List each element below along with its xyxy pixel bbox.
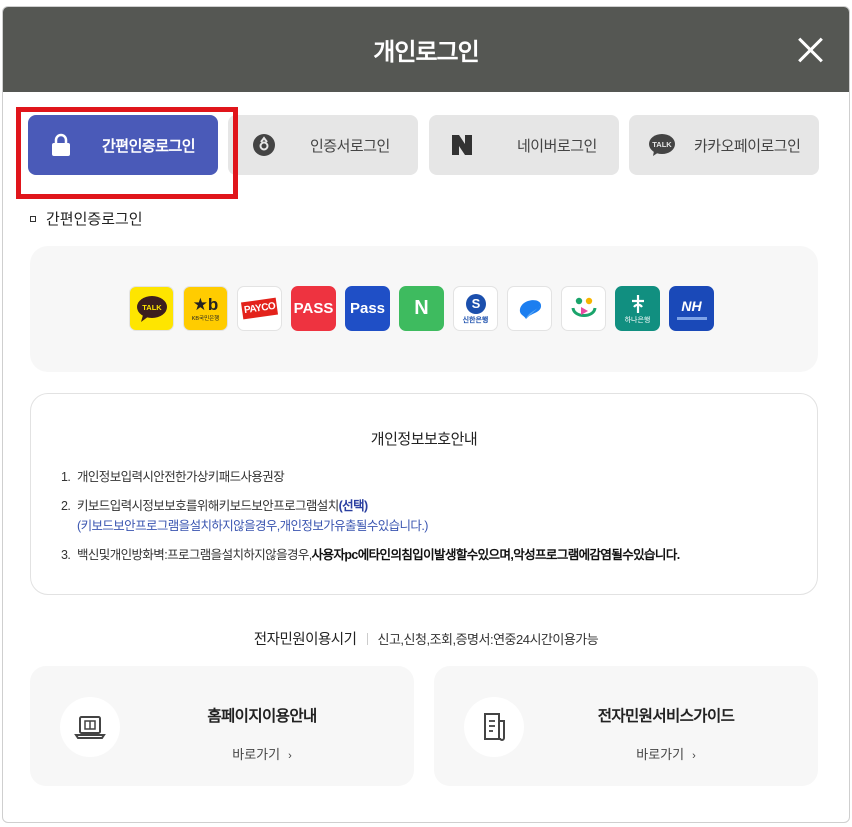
list-item: 2. 키보드입력시정보보호를위해키보드보안프로그램설치(선택) (키보드보안프로… — [61, 499, 428, 533]
homepage-guide-card[interactable]: 홈페이지이용안내 바로가기 › — [30, 666, 414, 786]
e-civil-service-guide-card[interactable]: 전자민원서비스가이드 바로가기 › — [434, 666, 818, 786]
tab-label: 네이버로그인 — [517, 137, 597, 155]
auth-provider-list: TALK ★b KB국민은행 PAYCO PASS Pass N S 신한은행 — [129, 286, 714, 331]
pass-red-auth-icon[interactable]: PASS — [291, 286, 336, 331]
modal-title: 개인로그인 — [373, 39, 479, 66]
naver-auth-icon[interactable]: N — [399, 286, 444, 331]
section-title: 간편인증로그인 — [30, 208, 143, 229]
svg-text:S: S — [471, 296, 480, 311]
optional-install-link[interactable]: (선택) — [339, 499, 369, 513]
nh-auth-icon[interactable]: NH — [669, 286, 714, 331]
tab-label: 인증서로그인 — [310, 137, 390, 155]
usage-desc: 신고,신청,조회,증명서:연중24시간이용가능 — [377, 632, 599, 647]
chevron-right-icon: › — [692, 750, 696, 762]
tab-simple-auth-login[interactable]: 간편인증로그인 — [28, 115, 218, 175]
naver-icon — [451, 134, 473, 156]
chevron-right-icon: › — [288, 750, 292, 762]
auth-label: 하나은행 — [624, 316, 651, 324]
lock-icon — [50, 133, 72, 157]
auth-label: PAYCO — [240, 297, 279, 320]
tab-label: 간편인증로그인 — [102, 137, 196, 155]
card-link[interactable]: 바로가기 › — [30, 744, 414, 763]
kb-auth-icon[interactable]: ★b KB국민은행 — [183, 286, 228, 331]
auth-label: N — [414, 297, 429, 319]
auth-label: TALK — [142, 303, 162, 312]
auth-provider-box: TALK ★b KB국민은행 PAYCO PASS Pass N S 신한은행 — [30, 246, 818, 372]
hana-logo-icon — [631, 294, 644, 313]
auth-label: NH — [681, 297, 702, 314]
card-title: 홈페이지이용안내 — [207, 708, 317, 725]
pass-blue-auth-icon[interactable]: Pass — [345, 286, 390, 331]
tab-naver-login[interactable]: 네이버로그인 — [429, 115, 619, 175]
auth-label: Pass — [349, 300, 386, 317]
usage-title: 전자민원이용시기 — [253, 632, 357, 648]
toss-auth-icon[interactable] — [507, 286, 552, 331]
card-title: 전자민원서비스가이드 — [597, 708, 735, 725]
kakao-auth-icon[interactable]: TALK — [129, 286, 174, 331]
list-item: 3. 백신및개인방화벽:프로그램을설치하지않을경우,사용자pc에타인의침입이발생… — [61, 548, 680, 562]
tab-certificate-login[interactable]: 인증서로그인 — [228, 115, 418, 175]
divider — [366, 632, 368, 645]
modal-header: 개인로그인 — [3, 7, 849, 92]
tab-label: 카카오페이로그인 — [694, 137, 801, 155]
privacy-info-box: 개인정보보호안내 1. 개인정보입력시안전한가상키패드사용권장 2. 키보드입력… — [30, 393, 818, 595]
auth-label: KB국민은행 — [191, 315, 220, 322]
kb-star-icon: ★b — [192, 294, 219, 314]
login-tabs: 간편인증로그인 인증서로그인 네이버로그인 TALK 카카오페이로그인 — [28, 115, 819, 175]
auth-label: PASS — [293, 300, 334, 317]
privacy-list: 1. 개인정보입력시안전한가상키패드사용권장 2. 키보드입력시정보보호를위해키… — [61, 467, 797, 574]
shinhan-auth-icon[interactable]: S 신한은행 — [453, 286, 498, 331]
kakao-talk-icon: TALK — [648, 133, 676, 157]
tab-kakaopay-login[interactable]: TALK 카카오페이로그인 — [629, 115, 819, 175]
usage-time: 전자민원이용시기 신고,신청,조회,증명서:연중24시간이용가능 — [0, 628, 852, 649]
samsung-pass-auth-icon[interactable] — [561, 286, 606, 331]
section-title-text: 간편인증로그인 — [46, 211, 143, 228]
payco-auth-icon[interactable]: PAYCO — [237, 286, 282, 331]
card-link[interactable]: 바로가기 › — [434, 744, 818, 763]
bullet-icon — [30, 215, 36, 222]
close-icon[interactable] — [797, 37, 823, 63]
certificate-icon — [252, 133, 276, 157]
hana-auth-icon[interactable]: 하나은행 — [615, 286, 660, 331]
privacy-title: 개인정보보호안내 — [370, 431, 478, 448]
svg-text:TALK: TALK — [652, 140, 672, 149]
shinhan-logo-icon: S — [465, 293, 486, 314]
list-item: 1. 개인정보입력시안전한가상키패드사용권장 — [61, 470, 285, 484]
auth-label: 신한은행 — [462, 316, 489, 324]
